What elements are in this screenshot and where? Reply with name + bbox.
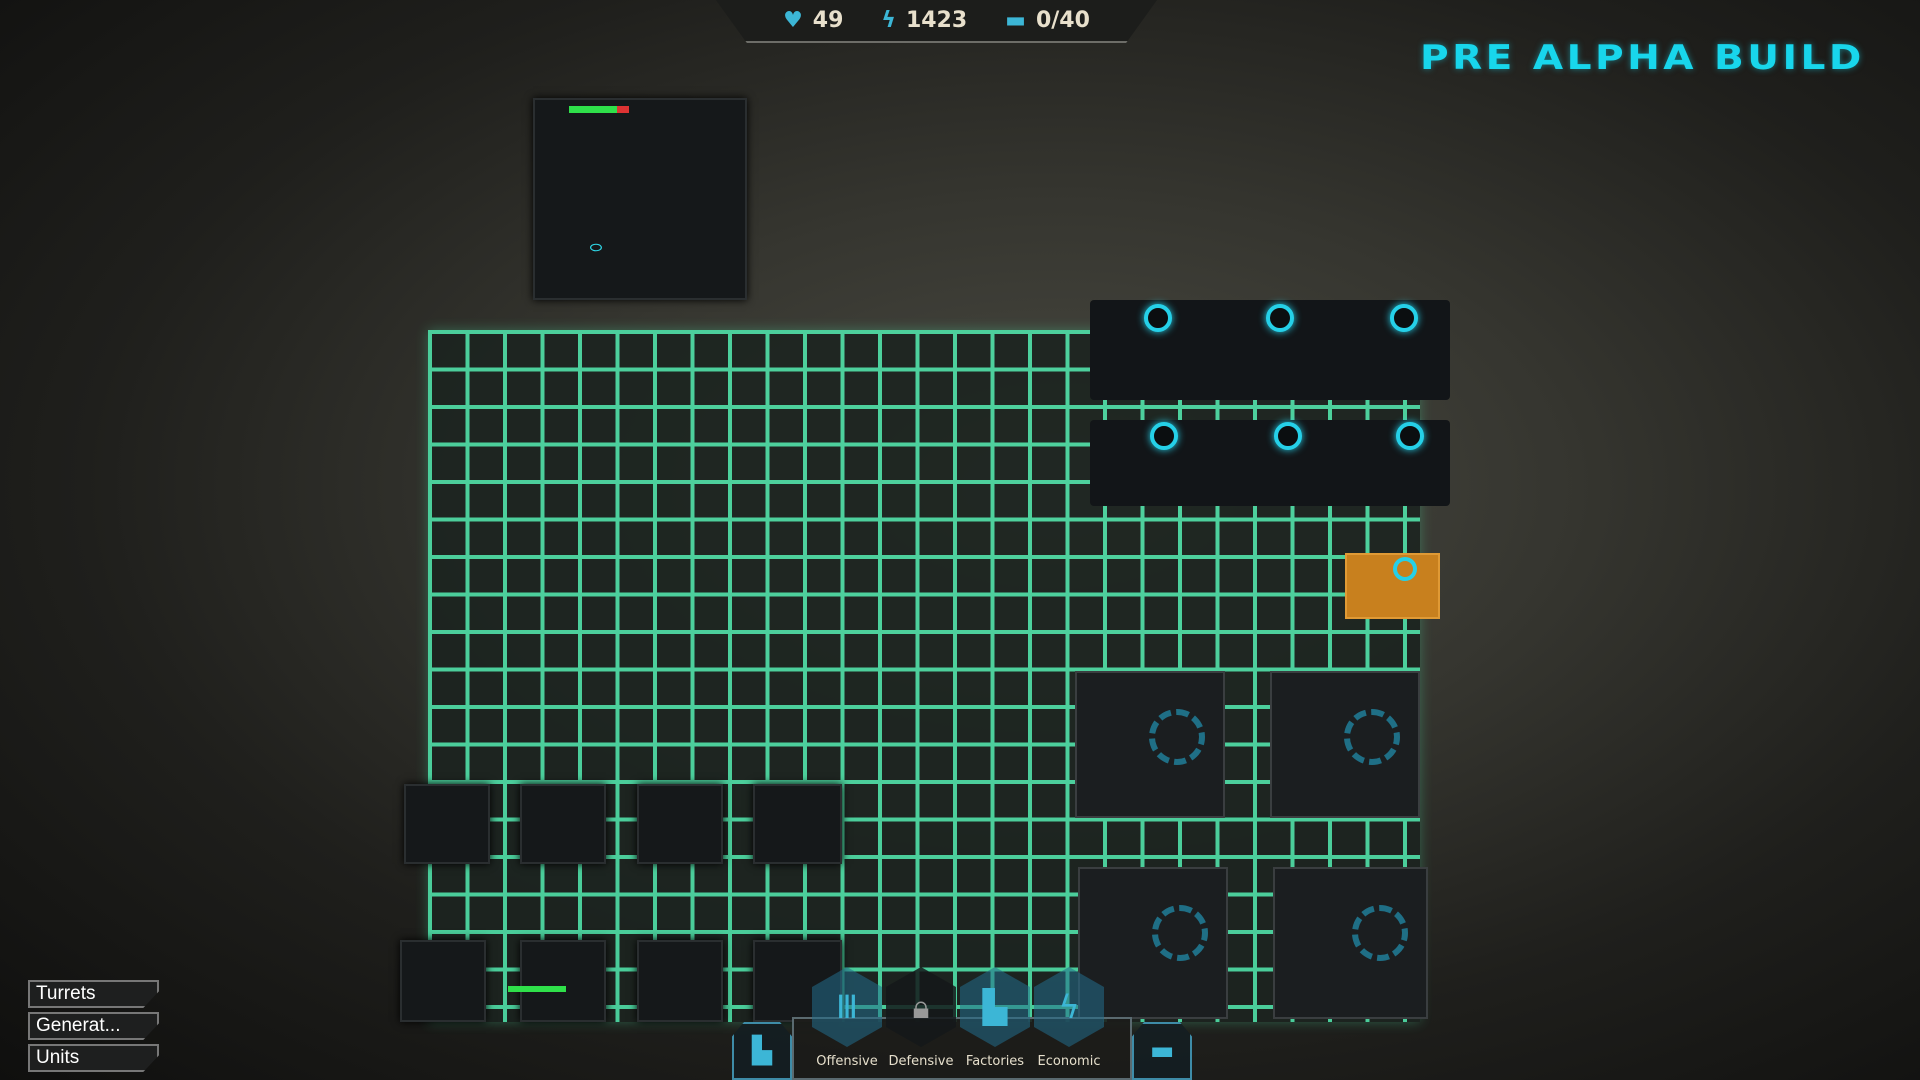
offensive-label: Offensive: [816, 1054, 878, 1069]
factory-building[interactable]: [1075, 671, 1225, 818]
health-stat: ♥ 49: [783, 8, 843, 33]
menu-turrets[interactable]: Turrets: [28, 980, 159, 1008]
generator-building[interactable]: [520, 784, 606, 864]
generator-building[interactable]: [637, 940, 723, 1022]
factory-icon: ▙: [752, 1036, 772, 1066]
tank-icon: ▬: [1005, 8, 1026, 33]
tank-icon: ▬: [1149, 1036, 1175, 1066]
generator-building[interactable]: [637, 784, 723, 864]
hq-health-bar: [569, 106, 629, 113]
selected-turret[interactable]: [1345, 553, 1440, 619]
energy-stat: ϟ 1423: [881, 8, 967, 33]
generator-building[interactable]: [404, 784, 490, 864]
resource-bar: ♥ 49 ϟ 1423 ▬ 0/40: [716, 0, 1157, 43]
menu-units[interactable]: Units: [28, 1044, 159, 1072]
factory-building[interactable]: [1270, 671, 1420, 818]
build-panel: ▙ ▬ Ⅲ 🔒︎ ▙ ϟ Offensive Defensive Factori…: [732, 967, 1194, 1080]
build-label: PRE ALPHA BUILD: [1420, 38, 1865, 78]
defensive-label: Defensive: [888, 1054, 954, 1069]
generator-building[interactable]: [508, 940, 606, 1022]
menu-generators[interactable]: Generat...: [28, 1012, 159, 1040]
turret-row-1[interactable]: [1090, 300, 1450, 400]
factories-label: Factories: [965, 1054, 1025, 1069]
turret-row-2[interactable]: [1090, 420, 1450, 506]
generator-building[interactable]: [400, 940, 486, 1022]
heart-icon: ♥: [783, 8, 803, 33]
generator-building[interactable]: [753, 784, 842, 864]
units-value: 0/40: [1035, 8, 1090, 33]
factory-icon: ▙: [982, 988, 1008, 1026]
hq-light: ⬭: [590, 240, 602, 256]
health-value: 49: [812, 8, 844, 33]
units-stat: ▬ 0/40: [1005, 8, 1090, 33]
hq-building[interactable]: ⬭: [533, 98, 747, 300]
factory-tab-button[interactable]: ▙: [732, 1022, 792, 1080]
units-tab-button[interactable]: ▬: [1132, 1022, 1192, 1080]
turret-icon: Ⅲ: [835, 988, 859, 1026]
energy-value: 1423: [905, 8, 968, 33]
health-bar: [508, 986, 566, 992]
lock-icon: 🔒︎: [912, 987, 930, 1026]
factory-building[interactable]: [1273, 867, 1428, 1019]
economic-label: Economic: [1037, 1054, 1101, 1069]
lightning-icon: ϟ: [881, 8, 896, 33]
lightning-icon: ϟ: [1058, 988, 1080, 1026]
category-menu: Turrets Generat... Units: [28, 980, 159, 1076]
